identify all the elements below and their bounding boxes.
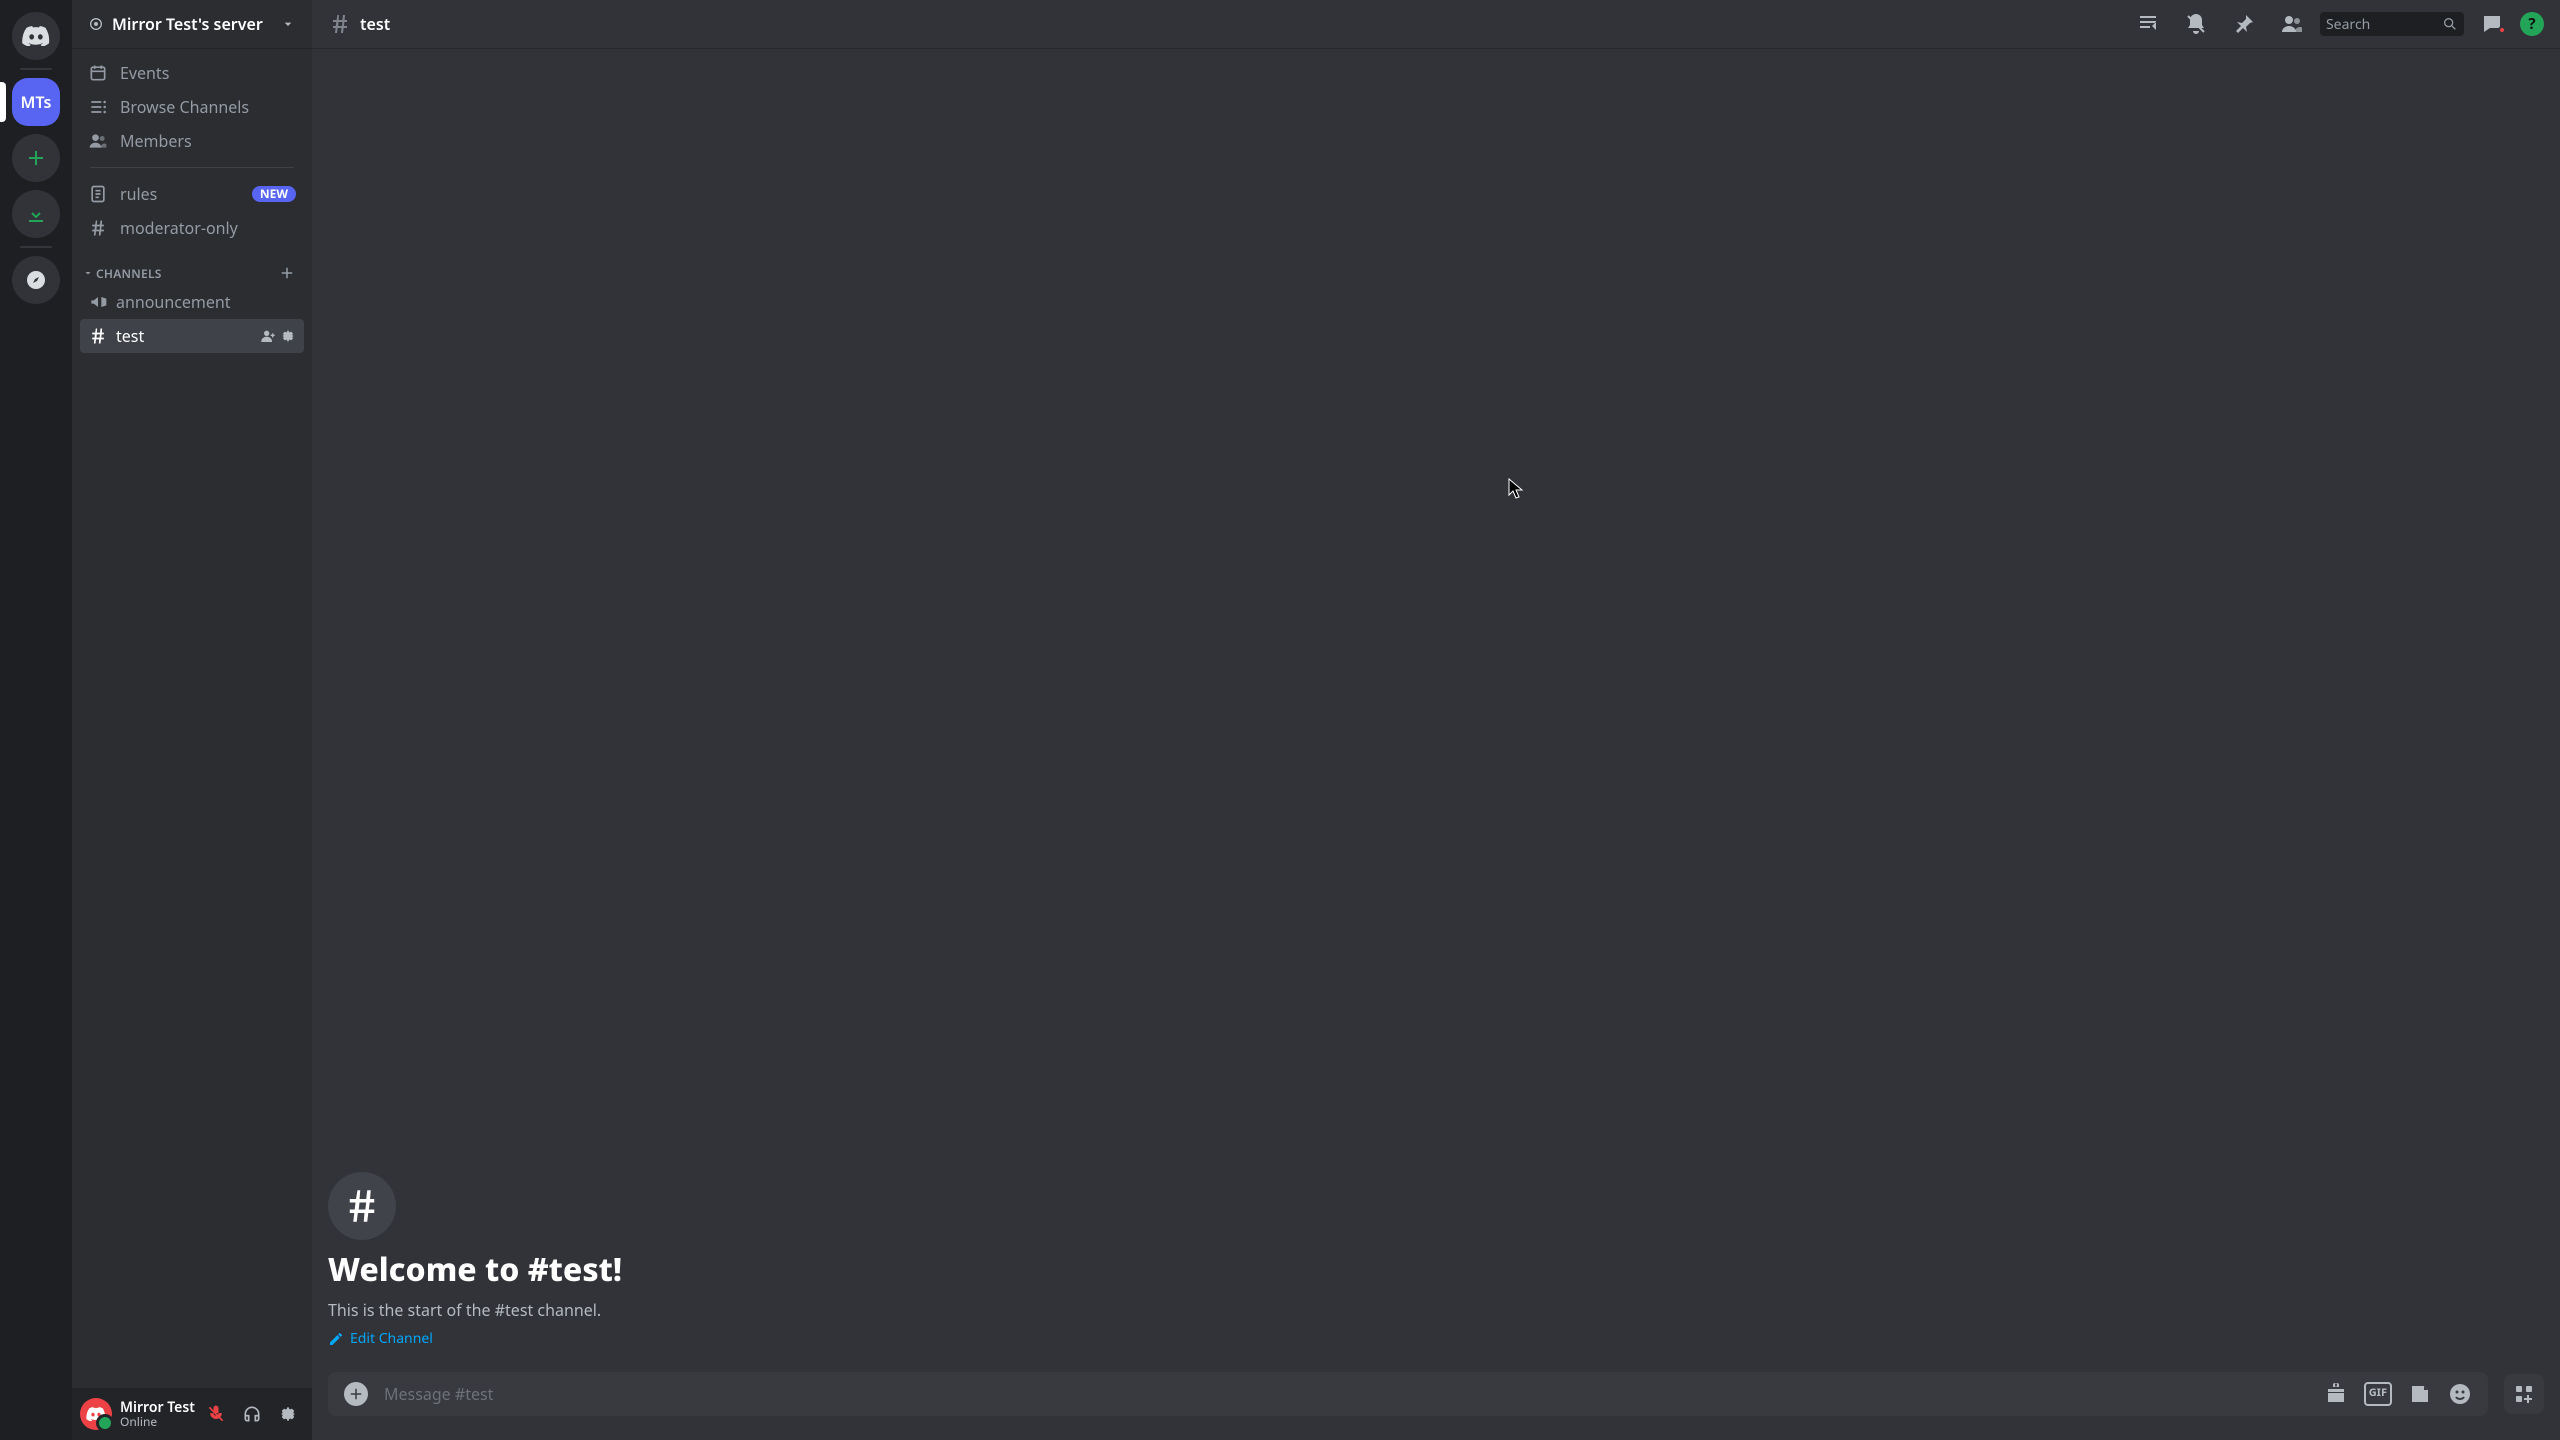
sidebar-item-events[interactable]: Events bbox=[80, 56, 304, 90]
download-icon bbox=[24, 202, 48, 226]
server-header[interactable]: Mirror Test's server bbox=[72, 0, 312, 48]
compass-icon bbox=[24, 268, 48, 292]
user-panel: Mirror Test Online bbox=[72, 1388, 312, 1440]
message-input[interactable]: Message #test GIF bbox=[328, 1372, 2488, 1416]
channel-label: announcement bbox=[116, 291, 231, 313]
channel-list: Events Browse Channels Members rules NEW… bbox=[72, 48, 312, 1388]
user-info[interactable]: Mirror Test Online bbox=[120, 1400, 200, 1429]
edit-channel-link[interactable]: Edit Channel bbox=[328, 1329, 433, 1348]
channel-welcome-icon bbox=[328, 1172, 396, 1240]
add-server-button[interactable] bbox=[12, 134, 60, 182]
invite-people-icon[interactable] bbox=[260, 328, 276, 344]
headphones-icon bbox=[242, 1404, 262, 1424]
pin-icon bbox=[2232, 12, 2256, 36]
welcome-subtitle: This is the start of the #test channel. bbox=[328, 1299, 2544, 1321]
apps-button[interactable] bbox=[2504, 1374, 2544, 1414]
user-settings-button[interactable] bbox=[272, 1398, 304, 1430]
members-icon bbox=[88, 131, 108, 151]
home-button[interactable] bbox=[12, 12, 60, 60]
user-status: Online bbox=[120, 1415, 200, 1428]
sidebar-item-rules[interactable]: rules NEW bbox=[80, 177, 304, 211]
plus-icon[interactable] bbox=[278, 264, 296, 282]
messages-area: Welcome to #test! This is the start of t… bbox=[312, 48, 2560, 1372]
notification-dot bbox=[2498, 26, 2506, 34]
chevron-down-icon bbox=[280, 16, 296, 32]
search-placeholder: Search bbox=[2326, 15, 2442, 34]
plus-icon bbox=[347, 1385, 365, 1403]
rules-icon bbox=[88, 184, 108, 204]
bell-muted-icon bbox=[2184, 12, 2208, 36]
guild-separator-2 bbox=[20, 246, 52, 248]
content-column: test Search ? Welcome to #test! This is … bbox=[312, 0, 2560, 1440]
sidebar-item-label: Events bbox=[120, 62, 169, 84]
search-input[interactable]: Search bbox=[2320, 12, 2464, 36]
browse-channels-icon bbox=[88, 97, 108, 117]
notification-settings-button[interactable] bbox=[2184, 12, 2208, 36]
gear-icon[interactable] bbox=[280, 328, 296, 344]
discover-button[interactable] bbox=[12, 256, 60, 304]
message-input-row: Message #test GIF bbox=[312, 1372, 2560, 1440]
channel-label: test bbox=[116, 325, 144, 347]
threads-icon bbox=[2136, 12, 2160, 36]
hash-icon bbox=[328, 12, 352, 36]
sidebar-item-label: Members bbox=[120, 130, 192, 152]
channel-test[interactable]: test bbox=[80, 319, 304, 353]
avatar[interactable] bbox=[80, 1398, 112, 1430]
sidebar-separator bbox=[90, 167, 294, 168]
channel-announcement[interactable]: announcement bbox=[80, 285, 304, 319]
hash-icon bbox=[88, 326, 108, 346]
guild-separator bbox=[20, 68, 52, 70]
announcement-icon bbox=[88, 292, 108, 312]
sidebar-item-label: rules bbox=[120, 183, 157, 205]
sidebar-item-browse[interactable]: Browse Channels bbox=[80, 90, 304, 124]
attach-button[interactable] bbox=[344, 1382, 368, 1406]
edit-channel-label: Edit Channel bbox=[350, 1329, 433, 1348]
channel-title: test bbox=[360, 13, 390, 35]
server-boost-icon bbox=[88, 16, 104, 32]
apps-icon bbox=[2512, 1382, 2536, 1406]
shield-hash-icon bbox=[88, 218, 108, 238]
mute-button[interactable] bbox=[200, 1398, 232, 1430]
welcome-title: Welcome to #test! bbox=[328, 1248, 2544, 1291]
gift-icon[interactable] bbox=[2324, 1382, 2348, 1406]
pencil-icon bbox=[328, 1331, 344, 1347]
category-label: CHANNELS bbox=[96, 265, 278, 282]
gear-icon bbox=[278, 1404, 298, 1424]
new-badge: NEW bbox=[252, 186, 296, 202]
threads-button[interactable] bbox=[2136, 12, 2160, 36]
help-button[interactable]: ? bbox=[2520, 12, 2544, 36]
channel-sidebar: Mirror Test's server Events Browse Chann… bbox=[72, 0, 312, 1440]
hash-icon bbox=[341, 1185, 383, 1227]
emoji-icon[interactable] bbox=[2448, 1382, 2472, 1406]
chevron-down-icon bbox=[82, 267, 94, 279]
sidebar-item-label: moderator-only bbox=[120, 217, 238, 239]
plus-icon bbox=[24, 146, 48, 170]
sidebar-item-moderator-only[interactable]: moderator-only bbox=[80, 211, 304, 245]
gif-picker-button[interactable]: GIF bbox=[2364, 1382, 2392, 1406]
discord-logo-icon bbox=[86, 1407, 106, 1421]
inbox-button[interactable] bbox=[2480, 12, 2504, 36]
pinned-messages-button[interactable] bbox=[2232, 12, 2256, 36]
category-channels[interactable]: CHANNELS bbox=[80, 261, 304, 285]
guild-column: MTs bbox=[0, 0, 72, 1440]
sidebar-item-label: Browse Channels bbox=[120, 96, 249, 118]
sidebar-item-members[interactable]: Members bbox=[80, 124, 304, 158]
download-apps-button[interactable] bbox=[12, 190, 60, 238]
search-icon bbox=[2442, 16, 2458, 32]
server-icon-selected[interactable]: MTs bbox=[12, 78, 60, 126]
deafen-button[interactable] bbox=[236, 1398, 268, 1430]
server-name: Mirror Test's server bbox=[112, 13, 263, 35]
members-icon bbox=[2280, 12, 2304, 36]
discord-logo-icon bbox=[22, 26, 50, 46]
member-list-button[interactable] bbox=[2280, 12, 2304, 36]
microphone-muted-icon bbox=[206, 1404, 226, 1424]
sticker-icon[interactable] bbox=[2408, 1382, 2432, 1406]
chat-header: test Search ? bbox=[312, 0, 2560, 48]
message-input-placeholder: Message #test bbox=[384, 1383, 2324, 1405]
calendar-icon bbox=[88, 63, 108, 83]
